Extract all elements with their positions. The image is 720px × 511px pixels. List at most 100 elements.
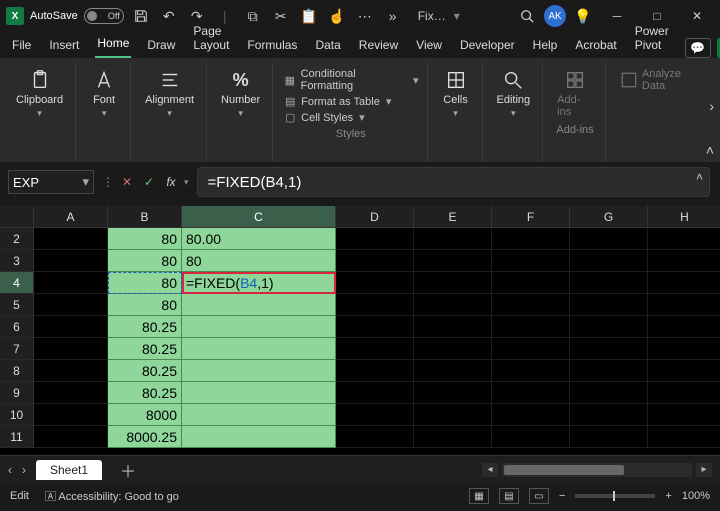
cell-C11[interactable] — [182, 426, 336, 448]
fx-dropdown-icon[interactable]: ▾ — [184, 177, 189, 188]
zoom-in-button[interactable]: + — [665, 490, 671, 502]
cell-D6[interactable] — [336, 316, 414, 338]
cell-G9[interactable] — [570, 382, 648, 404]
formula-bar-expand-icon[interactable]: ˄ — [696, 170, 703, 184]
column-header-B[interactable]: B — [108, 206, 182, 228]
cell-G2[interactable] — [570, 228, 648, 250]
cell-A9[interactable] — [34, 382, 108, 404]
sheet-nav-prev[interactable]: ‹ — [8, 463, 12, 477]
analyze-data-button[interactable]: Analyze Data — [616, 66, 708, 94]
tab-acrobat[interactable]: Acrobat — [573, 34, 618, 58]
cell-A4[interactable] — [34, 272, 108, 294]
tab-formulas[interactable]: Formulas — [245, 34, 299, 58]
cell-B7[interactable]: 80.25 — [108, 338, 182, 360]
row-header-10[interactable]: 10 — [0, 404, 34, 426]
cell-F4[interactable] — [492, 272, 570, 294]
sheet-tab[interactable]: Sheet1 — [36, 460, 102, 480]
touch-icon[interactable]: ☝ — [326, 5, 348, 27]
cell-A6[interactable] — [34, 316, 108, 338]
hscroll-right[interactable]: ▸ — [696, 463, 712, 477]
cell-D11[interactable] — [336, 426, 414, 448]
cell-A8[interactable] — [34, 360, 108, 382]
cell-E10[interactable] — [414, 404, 492, 426]
cell-B9[interactable]: 80.25 — [108, 382, 182, 404]
cell-E2[interactable] — [414, 228, 492, 250]
view-page-layout-button[interactable]: ▤ — [499, 488, 519, 504]
comments-button[interactable]: 💬 — [685, 38, 711, 58]
column-header-H[interactable]: H — [648, 206, 720, 228]
row-header-11[interactable]: 11 — [0, 426, 34, 448]
cell-E9[interactable] — [414, 382, 492, 404]
cell-H11[interactable] — [648, 426, 720, 448]
cell-H10[interactable] — [648, 404, 720, 426]
cell-F6[interactable] — [492, 316, 570, 338]
cell-G7[interactable] — [570, 338, 648, 360]
cell-B6[interactable]: 80.25 — [108, 316, 182, 338]
cell-F8[interactable] — [492, 360, 570, 382]
cell-A2[interactable] — [34, 228, 108, 250]
cell-H7[interactable] — [648, 338, 720, 360]
cell-A5[interactable] — [34, 294, 108, 316]
cell-C4[interactable]: =FIXED(B4,1) — [182, 272, 336, 294]
cell-C5[interactable] — [182, 294, 336, 316]
tab-help[interactable]: Help — [531, 34, 560, 58]
qat-more-icon[interactable]: ⋯ — [354, 5, 376, 27]
tab-power-pivot[interactable]: Power Pivot — [633, 20, 671, 58]
cell-A7[interactable] — [34, 338, 108, 360]
row-header-3[interactable]: 3 — [0, 250, 34, 272]
view-normal-button[interactable]: ▦ — [469, 488, 489, 504]
cell-G3[interactable] — [570, 250, 648, 272]
cell-C6[interactable] — [182, 316, 336, 338]
cell-D5[interactable] — [336, 294, 414, 316]
cell-G8[interactable] — [570, 360, 648, 382]
name-box[interactable]: EXP ▾ — [8, 170, 94, 194]
addins-button[interactable]: Add-ins — [553, 66, 597, 120]
cell-E3[interactable] — [414, 250, 492, 272]
cell-F7[interactable] — [492, 338, 570, 360]
new-sheet-button[interactable]: ＋ — [120, 458, 136, 482]
cell-B5[interactable]: 80 — [108, 294, 182, 316]
row-header-9[interactable]: 9 — [0, 382, 34, 404]
cell-D10[interactable] — [336, 404, 414, 426]
select-all-corner[interactable] — [0, 206, 34, 228]
cell-D9[interactable] — [336, 382, 414, 404]
cell-C9[interactable] — [182, 382, 336, 404]
cut-icon[interactable]: ✂ — [270, 5, 292, 27]
cell-C10[interactable] — [182, 404, 336, 426]
copy-icon[interactable]: ⧉ — [242, 5, 264, 27]
format-as-table-button[interactable]: ▤Format as Table▾ — [283, 95, 418, 108]
cell-E7[interactable] — [414, 338, 492, 360]
ribbon-overflow-icon[interactable]: › — [709, 98, 714, 114]
document-name[interactable]: Fix… — [418, 9, 446, 23]
status-accessibility[interactable]: 🄰 Accessibility: Good to go — [45, 488, 179, 504]
tab-home[interactable]: Home — [95, 32, 131, 58]
spreadsheet-grid[interactable]: ABCDEFGH2345678910118080.00808080=FIXED(… — [0, 206, 720, 455]
user-avatar[interactable]: AK — [544, 5, 566, 27]
column-header-G[interactable]: G — [570, 206, 648, 228]
cell-B4[interactable]: 80 — [108, 272, 182, 294]
cell-B11[interactable]: 8000.25 — [108, 426, 182, 448]
alignment-button[interactable]: Alignment ▾ — [141, 66, 198, 121]
enter-formula-button[interactable]: ✓ — [140, 175, 158, 189]
cell-E4[interactable] — [414, 272, 492, 294]
cell-G5[interactable] — [570, 294, 648, 316]
cell-D7[interactable] — [336, 338, 414, 360]
doc-name-dropdown-icon[interactable]: ▾ — [454, 9, 460, 23]
tab-insert[interactable]: Insert — [47, 34, 81, 58]
cancel-formula-button[interactable]: ✕ — [118, 175, 136, 189]
cell-C3[interactable]: 80 — [182, 250, 336, 272]
row-header-8[interactable]: 8 — [0, 360, 34, 382]
cell-H6[interactable] — [648, 316, 720, 338]
cell-H5[interactable] — [648, 294, 720, 316]
font-button[interactable]: Font ▾ — [86, 66, 122, 121]
cell-H9[interactable] — [648, 382, 720, 404]
search-icon[interactable] — [516, 5, 538, 27]
formula-bar[interactable]: =FIXED(B4,1) ˄ — [197, 167, 710, 197]
cell-C7[interactable] — [182, 338, 336, 360]
cell-F11[interactable] — [492, 426, 570, 448]
column-header-C[interactable]: C — [182, 206, 336, 228]
cell-H2[interactable] — [648, 228, 720, 250]
cell-F10[interactable] — [492, 404, 570, 426]
hscroll-track[interactable] — [502, 463, 692, 477]
cell-D2[interactable] — [336, 228, 414, 250]
